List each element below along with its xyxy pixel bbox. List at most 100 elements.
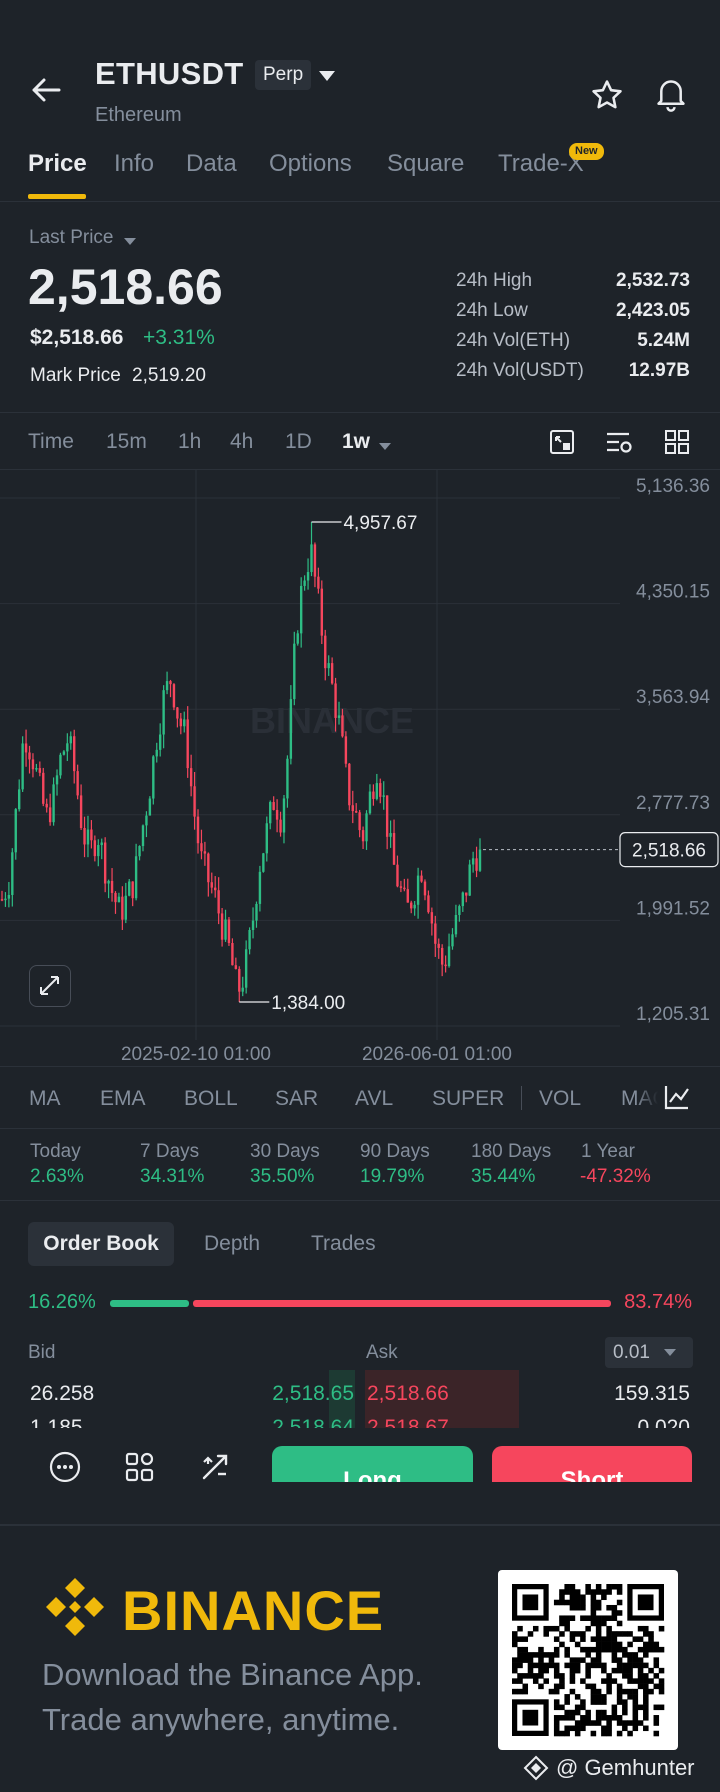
ask-qty[interactable]: 159.315 bbox=[614, 1382, 690, 1406]
interval-dropdown-icon[interactable] bbox=[378, 438, 392, 456]
bid-qty[interactable]: 1.185 bbox=[30, 1416, 83, 1428]
alert-bell-icon[interactable] bbox=[654, 76, 688, 117]
candle-body bbox=[14, 809, 17, 853]
bid-price[interactable]: 2,518.65 bbox=[272, 1382, 354, 1406]
candle-body bbox=[124, 895, 127, 920]
candle-body bbox=[279, 819, 282, 833]
candle-body bbox=[348, 763, 351, 806]
candle-body bbox=[97, 845, 100, 857]
last-price-dropdown-icon[interactable] bbox=[123, 233, 137, 251]
favorite-star-icon[interactable] bbox=[590, 78, 624, 117]
bid-ratio: 16.26% bbox=[28, 1291, 96, 1313]
candle-body bbox=[403, 887, 406, 890]
candle-body bbox=[255, 903, 258, 921]
interval-1w[interactable]: 1w bbox=[342, 430, 370, 454]
candle-body bbox=[128, 881, 131, 896]
candle-body bbox=[399, 886, 403, 888]
order-book-rows: 26.258 2,518.65 2,518.66 159.315 1.185 2… bbox=[0, 1370, 720, 1428]
usd-price: $2,518.66 bbox=[30, 326, 124, 349]
chart-watermark: BINANCE bbox=[250, 700, 414, 741]
candlestick-chart[interactable]: BINANCE 5,136.36 4,350.15 3,563.94 2,777.73… bbox=[0, 470, 720, 1065]
candle-body bbox=[38, 768, 42, 773]
candle-body bbox=[24, 743, 28, 753]
indicator-chart-icon[interactable] bbox=[662, 1082, 692, 1117]
candle-body bbox=[200, 843, 203, 852]
candle-body bbox=[475, 858, 478, 871]
precision-value: 0.01 bbox=[613, 1342, 650, 1363]
stat-value-high: 2,532.73 bbox=[616, 270, 690, 291]
candle-body bbox=[42, 772, 45, 804]
y-tick-label: 4,350.15 bbox=[636, 582, 710, 603]
candle-body bbox=[21, 743, 24, 790]
perf-label-today: Today bbox=[30, 1141, 81, 1162]
tab-price[interactable]: Price bbox=[28, 150, 87, 178]
candle-body bbox=[251, 920, 255, 931]
tab-order-book[interactable]: Order Book bbox=[28, 1222, 174, 1266]
candle-body bbox=[406, 889, 409, 903]
indicator-sar[interactable]: SAR bbox=[275, 1087, 318, 1111]
indicator-super[interactable]: SUPER bbox=[432, 1087, 504, 1111]
indicator-settings-icon[interactable] bbox=[604, 428, 634, 461]
interval-1h[interactable]: 1h bbox=[178, 430, 201, 454]
candle-body bbox=[310, 544, 313, 573]
bid-qty[interactable]: 26.258 bbox=[30, 1382, 94, 1406]
interval-1d[interactable]: 1D bbox=[285, 430, 312, 454]
candle-body bbox=[286, 758, 289, 799]
candle-body bbox=[413, 904, 416, 909]
interval-4h[interactable]: 4h bbox=[230, 430, 253, 454]
candle-body bbox=[330, 663, 334, 684]
bid-price[interactable]: 2,518.64 bbox=[272, 1416, 354, 1428]
indicator-avl[interactable]: AVL bbox=[355, 1087, 393, 1111]
candle-body bbox=[379, 783, 382, 797]
candle-body bbox=[269, 802, 272, 824]
candle-body bbox=[382, 795, 385, 797]
candle-body bbox=[4, 898, 7, 901]
stat-value-low: 2,423.05 bbox=[616, 300, 690, 321]
ask-price[interactable]: 2,518.66 bbox=[367, 1382, 449, 1406]
indicator-ema[interactable]: EMA bbox=[100, 1087, 146, 1111]
indicator-macd[interactable]: MACD bbox=[621, 1087, 658, 1111]
stat-value-vol-usdt: 12.97B bbox=[628, 360, 690, 381]
divider bbox=[0, 412, 720, 413]
ask-ratio-bar bbox=[193, 1300, 611, 1307]
candle-body bbox=[162, 690, 165, 735]
tab-square[interactable]: Square bbox=[387, 150, 464, 178]
candle-body bbox=[73, 736, 76, 772]
fullscreen-button[interactable] bbox=[29, 965, 71, 1007]
divider bbox=[0, 201, 720, 202]
candle-body bbox=[138, 846, 141, 857]
tab-data[interactable]: Data bbox=[186, 150, 237, 178]
candle-body bbox=[234, 965, 238, 969]
candle-body bbox=[344, 736, 348, 764]
stat-label-low: 24h Low bbox=[456, 300, 528, 321]
tab-options[interactable]: Options bbox=[269, 150, 352, 178]
candle-body bbox=[365, 813, 368, 842]
symbol-dropdown-icon[interactable] bbox=[318, 69, 336, 87]
interval-15m[interactable]: 15m bbox=[106, 430, 147, 454]
indicator-ma[interactable]: MA bbox=[29, 1087, 61, 1111]
candle-body bbox=[420, 875, 423, 882]
candle-body bbox=[447, 946, 451, 967]
back-arrow-icon[interactable] bbox=[28, 72, 64, 108]
qr-code[interactable] bbox=[498, 1570, 678, 1750]
tab-info[interactable]: Info bbox=[114, 150, 154, 178]
chart-settings-icon[interactable] bbox=[548, 428, 576, 461]
action-bar-cutoff bbox=[0, 1482, 720, 1512]
symbol-title[interactable]: ETHUSDT bbox=[95, 56, 244, 92]
indicator-boll[interactable]: BOLL bbox=[184, 1087, 238, 1111]
tab-depth[interactable]: Depth bbox=[204, 1232, 260, 1256]
last-price-label[interactable]: Last Price bbox=[29, 227, 113, 249]
tab-trades[interactable]: Trades bbox=[311, 1232, 376, 1256]
ask-price[interactable]: 2,518.67 bbox=[367, 1416, 449, 1428]
candle-body bbox=[214, 887, 217, 891]
candle-body bbox=[220, 913, 224, 940]
last-price-value: 2,518.66 bbox=[28, 259, 223, 315]
ask-ratio: 83.74% bbox=[624, 1291, 692, 1313]
candle-body bbox=[86, 829, 90, 845]
layout-grid-icon[interactable] bbox=[663, 428, 691, 461]
precision-select[interactable]: 0.01 bbox=[605, 1337, 693, 1368]
indicator-vol[interactable]: VOL bbox=[539, 1087, 581, 1111]
candle-body bbox=[306, 572, 310, 581]
ask-qty[interactable]: 0.020 bbox=[637, 1416, 690, 1428]
interval-time[interactable]: Time bbox=[28, 430, 74, 454]
